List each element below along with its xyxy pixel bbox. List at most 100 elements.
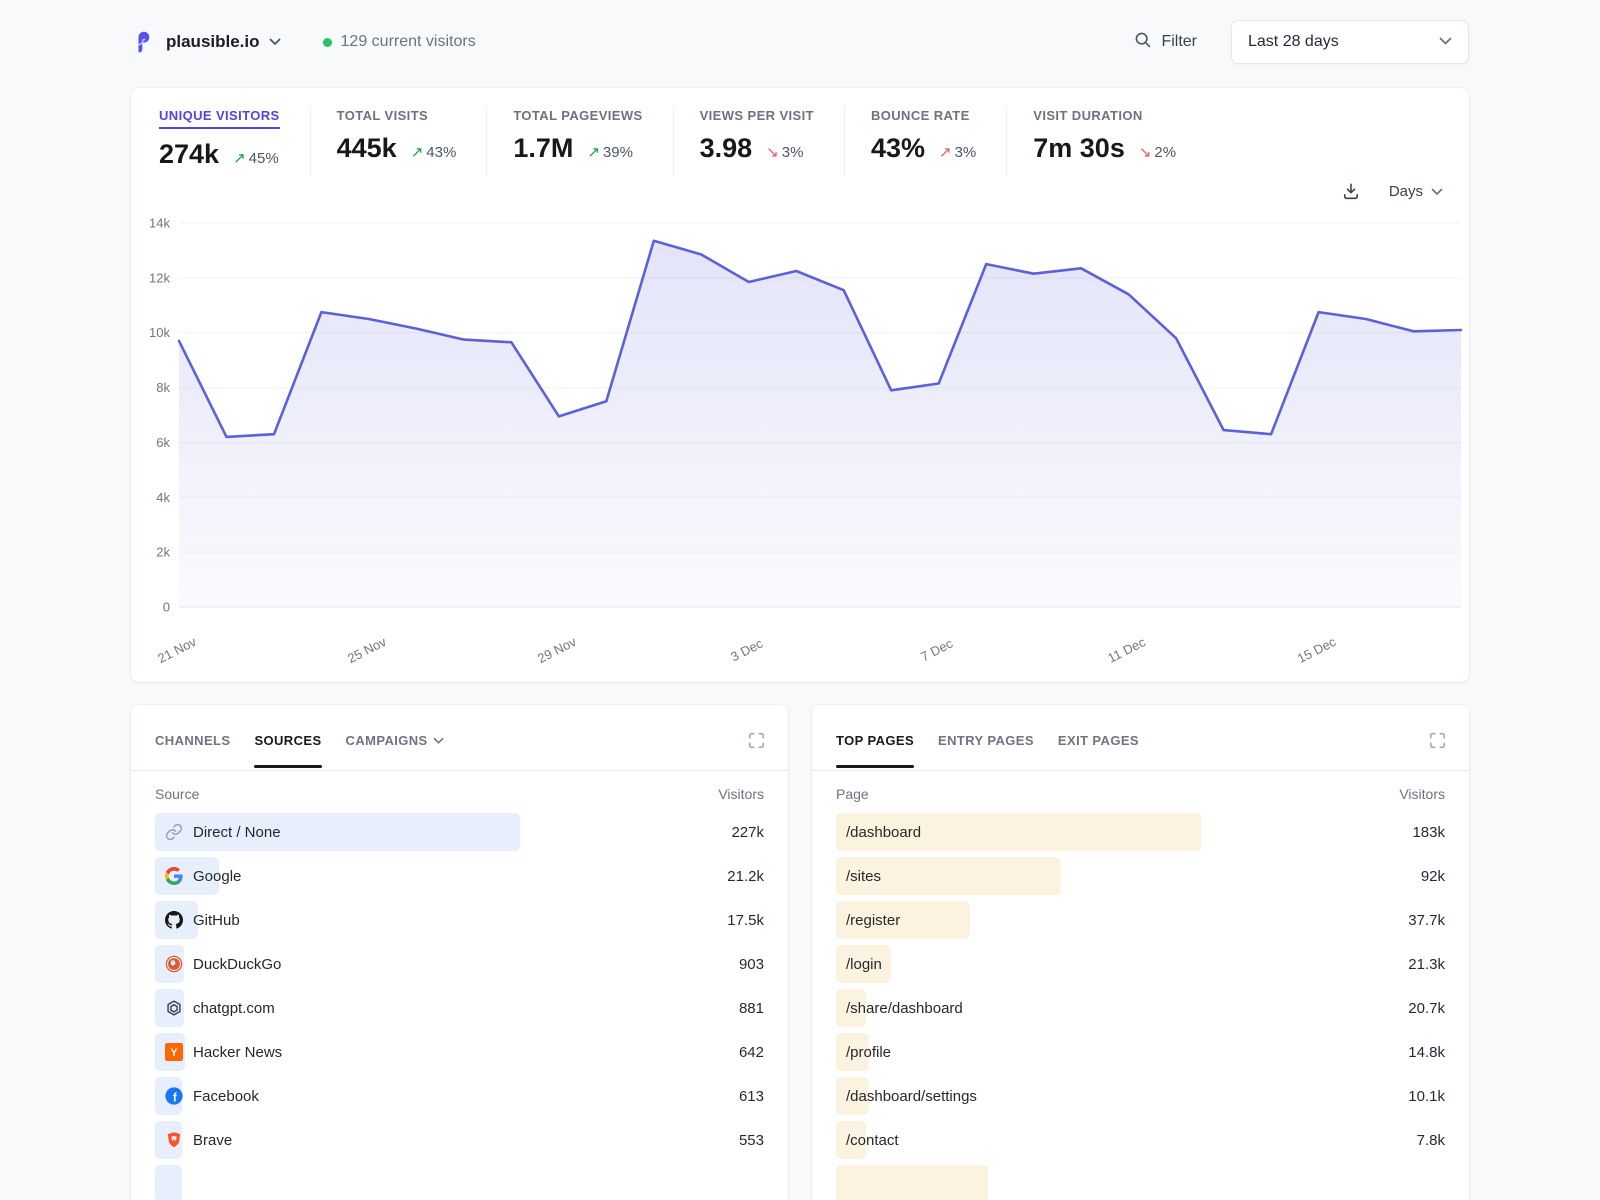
- expand-icon[interactable]: [1428, 731, 1447, 755]
- chevron-down-icon: [1439, 33, 1452, 51]
- stat-label: VISIT DURATION: [1033, 108, 1176, 123]
- row-label: DuckDuckGo: [155, 955, 281, 973]
- site-name: plausible.io: [166, 32, 260, 52]
- interval-picker[interactable]: Days: [1389, 183, 1443, 200]
- svg-text:21 Nov: 21 Nov: [155, 634, 199, 666]
- top-bar: plausible.io 129 current visitors Filter…: [131, 20, 1469, 64]
- chevron-down-icon: [269, 38, 281, 46]
- trend-up-arrow-icon: ↗: [233, 150, 246, 167]
- row-label: /login: [836, 956, 882, 973]
- row-label: chatgpt.com: [155, 999, 275, 1017]
- search-icon: [1134, 31, 1152, 54]
- row-label: Brave: [155, 1131, 232, 1149]
- stat-total-pageviews[interactable]: TOTAL PAGEVIEWS1.7M↗39%: [486, 106, 672, 176]
- link-icon: [165, 823, 183, 841]
- row-label: /register: [836, 912, 900, 929]
- pages-panel: TOP PAGES ENTRY PAGES EXIT PAGES Page Visi…: [812, 705, 1469, 1200]
- row-visitors: 37.7k: [1408, 912, 1445, 929]
- svg-text:11 Dec: 11 Dec: [1105, 634, 1148, 666]
- page-row[interactable]: /share/dashboard20.7k: [836, 986, 1445, 1030]
- page-row[interactable]: /login 21.3k: [836, 942, 1445, 986]
- source-row[interactable]: chatgpt.com 881: [155, 986, 764, 1030]
- stat-change: ↗43%: [411, 143, 457, 161]
- row-label: Direct / None: [155, 823, 281, 841]
- source-row[interactable]: Direct / None227k: [155, 810, 764, 854]
- tab-exit-pages[interactable]: EXIT PAGES: [1058, 733, 1139, 766]
- svg-text:29 Nov: 29 Nov: [535, 634, 579, 666]
- stat-label: TOTAL PAGEVIEWS: [513, 108, 642, 123]
- page-row[interactable]: /contact7.8k: [836, 1118, 1445, 1162]
- stat-change: ↘2%: [1139, 143, 1176, 161]
- tab-sources[interactable]: SOURCES: [254, 733, 321, 766]
- pages-col-name: Page: [836, 786, 869, 802]
- duckduckgo-icon: [165, 955, 183, 973]
- tab-entry-pages[interactable]: ENTRY PAGES: [938, 733, 1034, 766]
- row-label: /dashboard: [836, 824, 921, 841]
- hackernews-icon: Y: [165, 1043, 183, 1061]
- pages-col-value: Visitors: [1399, 786, 1445, 802]
- page-row[interactable]: /sites92k: [836, 854, 1445, 898]
- stat-change: ↗3%: [939, 143, 976, 161]
- sources-col-name: Source: [155, 786, 199, 802]
- source-row[interactable]: Brave 553: [155, 1118, 764, 1162]
- filter-label: Filter: [1161, 33, 1197, 51]
- expand-icon[interactable]: [747, 731, 766, 755]
- google-icon: [165, 867, 183, 885]
- svg-text:0: 0: [163, 600, 170, 615]
- stat-change: ↗39%: [587, 143, 633, 161]
- row-visitors: 881: [739, 1000, 764, 1017]
- row-visitors: 642: [739, 1044, 764, 1061]
- download-icon[interactable]: [1341, 181, 1361, 201]
- stat-views-per-visit[interactable]: VIEWS PER VISIT3.98↘3%: [673, 106, 844, 176]
- stat-label: UNIQUE VISITORS: [159, 108, 280, 129]
- current-visitors[interactable]: 129 current visitors: [323, 33, 476, 51]
- trend-down-arrow-icon: ↘: [1139, 144, 1152, 161]
- stat-value: 274k: [159, 139, 219, 170]
- page-row[interactable]: /profile14.8k: [836, 1030, 1445, 1074]
- svg-text:8k: 8k: [156, 380, 170, 395]
- sources-col-value: Visitors: [718, 786, 764, 802]
- tab-campaigns[interactable]: CAMPAIGNS: [346, 733, 444, 766]
- source-row[interactable]: GitHub17.5k: [155, 898, 764, 942]
- stat-visit-duration[interactable]: VISIT DURATION7m 30s↘2%: [1006, 106, 1206, 176]
- trend-up-arrow-icon: ↗: [939, 144, 952, 161]
- row-visitors: 21.2k: [727, 868, 764, 885]
- pages-rows: /dashboard183k/sites92k/register 37.7k/lo…: [812, 810, 1469, 1200]
- stat-change: ↘3%: [766, 143, 803, 161]
- row-visitors: 17.5k: [727, 912, 764, 929]
- row-bar: [155, 1165, 182, 1200]
- source-row[interactable]: YHacker News 642: [155, 1030, 764, 1074]
- row-visitors: 21.3k: [1408, 956, 1445, 973]
- row-visitors: 903: [739, 956, 764, 973]
- row-label: YHacker News: [155, 1043, 282, 1061]
- live-dot-icon: [323, 38, 332, 47]
- row-visitors: 553: [739, 1132, 764, 1149]
- svg-text:25 Nov: 25 Nov: [345, 634, 389, 666]
- date-range-value: Last 28 days: [1248, 33, 1339, 51]
- svg-text:f: f: [173, 1091, 177, 1104]
- tab-channels[interactable]: CHANNELS: [155, 733, 230, 766]
- date-range-picker[interactable]: Last 28 days: [1231, 20, 1469, 64]
- interval-label: Days: [1389, 183, 1423, 200]
- tab-top-pages[interactable]: TOP PAGES: [836, 733, 914, 766]
- source-row[interactable]: DuckDuckGo 903: [155, 942, 764, 986]
- source-row[interactable]: fFacebook613: [155, 1074, 764, 1118]
- stat-total-visits[interactable]: TOTAL VISITS445k↗43%: [310, 106, 487, 176]
- row-visitors: 20.7k: [1408, 1000, 1445, 1017]
- svg-text:10k: 10k: [149, 325, 170, 340]
- row-visitors: 10.1k: [1408, 1088, 1445, 1105]
- filter-button[interactable]: Filter: [1134, 31, 1197, 54]
- stat-bounce-rate[interactable]: BOUNCE RATE43%↗3%: [844, 106, 1006, 176]
- source-row[interactable]: Google21.2k: [155, 854, 764, 898]
- dashboard: plausible.io 129 current visitors Filter…: [131, 0, 1469, 1200]
- chart-controls: Days: [131, 176, 1469, 206]
- stat-value: 445k: [337, 133, 397, 164]
- page-row[interactable]: /dashboard/settings10.1k: [836, 1074, 1445, 1118]
- page-row[interactable]: /dashboard183k: [836, 810, 1445, 854]
- site-switcher[interactable]: plausible.io: [131, 29, 281, 55]
- row-visitors: 613: [739, 1088, 764, 1105]
- facebook-icon: f: [165, 1087, 183, 1105]
- stat-unique-visitors[interactable]: UNIQUE VISITORS274k↗45%: [159, 106, 310, 176]
- page-row-partial: [836, 1162, 1445, 1200]
- page-row[interactable]: /register 37.7k: [836, 898, 1445, 942]
